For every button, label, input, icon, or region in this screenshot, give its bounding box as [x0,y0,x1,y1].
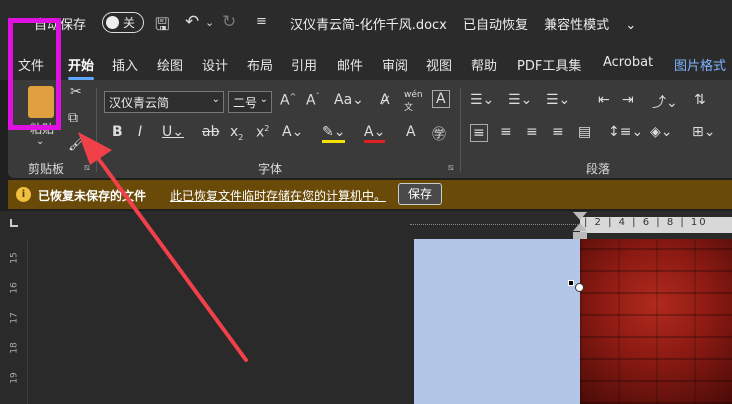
enclose-char-icon[interactable]: ㊫ [432,124,446,144]
italic-icon[interactable]: I [138,124,142,140]
toggle-state: 关 [123,16,136,30]
chinese-layout-icon[interactable]: ⤴⌄ [652,92,678,112]
ruler-number: 17 [9,312,20,324]
doc-name: 汉仪青云简-化作千风.docx [290,18,447,33]
format-painter-icon[interactable]: 🖌 [68,136,86,152]
multilevel-list-icon[interactable]: ☰⌄ [546,92,570,108]
distributed-icon[interactable]: ▤ [578,124,591,140]
resize-handle[interactable] [568,280,574,286]
document-title[interactable]: 汉仪青云简-化作千风.docx 已自动恢复 兼容性模式 ⌄ [290,14,648,33]
toggle-knob [106,16,119,29]
tab-draw[interactable]: 绘图 [157,55,183,74]
info-message: 此已恢复文件临时存储在您的计算机中。 [170,189,387,203]
ruler-number: 16 [9,282,20,294]
numbering-icon[interactable]: ☰⌄ [508,92,532,108]
recovery-info-bar: i 已恢复未保存的文件 此已恢复文件临时存储在您的计算机中。 保存 [8,180,732,209]
tab-selector-icon[interactable] [10,219,18,227]
chevron-down-icon: ⌄ [211,94,220,105]
tab-layout[interactable]: 布局 [247,55,273,74]
tab-home[interactable]: 开始 [68,55,95,80]
divider [96,88,97,172]
ruler-number: 15 [9,252,20,264]
copy-icon[interactable]: ⧉ [68,110,78,126]
chevron-down-icon: ⌄ [625,18,637,33]
undo-icon[interactable]: ↶ [185,12,199,32]
font-size-dropdown[interactable]: 二号 ⌄ [228,91,272,113]
ruler-number: 19 [9,372,20,384]
page-margin-region [414,239,580,404]
sort-icon[interactable]: ⇅ [694,92,706,108]
title-bar: 自动保存 关 🖫 ↶ ⌄ ↻ ≡ 汉仪青云简-化作千风.docx 已自动恢复 兼… [0,0,732,46]
tab-view[interactable]: 视图 [426,55,452,74]
grow-font-icon[interactable]: A^ [280,92,296,109]
borders-icon[interactable]: ⊞⌄ [692,124,715,140]
redo-icon[interactable]: ↻ [222,12,236,32]
customize-qat-icon[interactable]: ≡ [256,14,267,29]
font-name-dropdown[interactable]: 汉仪青云简 ⌄ [104,91,224,113]
dialog-launcher-icon[interactable]: ⧅ [448,163,454,173]
ruler-number: 18 [9,342,20,354]
autosave-toggle[interactable]: 关 [102,12,144,33]
shading-icon[interactable]: ◈⌄ [650,124,673,140]
phonetic-guide-icon[interactable]: wén 文 [404,90,423,113]
group-label-font: 字体 [258,162,283,176]
tab-references[interactable]: 引用 [291,55,317,74]
tab-acrobat[interactable]: Acrobat [603,55,653,70]
char-border-icon[interactable]: A [432,90,450,108]
clear-formatting-icon[interactable]: A̷ [380,92,390,108]
inserted-picture[interactable] [580,239,732,404]
strikethrough-icon[interactable]: ab [202,124,219,140]
tab-insert[interactable]: 插入 [112,55,138,74]
decrease-indent-icon[interactable]: ⇤ [598,92,610,108]
subscript-icon[interactable]: x2 [230,124,243,142]
tab-help[interactable]: 帮助 [471,55,497,74]
tab-picture-format[interactable]: 图片格式 [674,55,726,74]
text-effects-icon[interactable]: A⌄ [282,124,303,140]
ribbon: 粘贴 ⌄ ✂ ⧉ 🖌 剪贴板 ⧅ 汉仪青云简 ⌄ 二号 ⌄ A^ Aˇ Aa⌄ … [8,80,732,178]
bold-icon[interactable]: B [112,124,123,140]
tab-design[interactable]: 设计 [202,55,228,74]
vertical-ruler[interactable]: 15 16 17 18 19 [0,239,28,404]
justify-icon[interactable]: ≡ [552,124,564,140]
info-icon: i [16,187,31,202]
font-size-value: 二号 [233,96,258,110]
superscript-icon[interactable]: x2 [256,124,269,141]
change-case-icon[interactable]: Aa⌄ [334,92,364,108]
info-title: 已恢复未保存的文件 [38,189,147,203]
tab-mailings[interactable]: 邮件 [337,55,363,74]
annotation-highlight-box [8,18,61,130]
shrink-font-icon[interactable]: Aˇ [306,92,320,109]
font-color-icon[interactable]: A⌄ [364,124,386,143]
group-label-paragraph: 段落 [586,162,611,176]
resize-handle[interactable] [575,283,584,292]
save-icon[interactable]: 🖫 [155,12,169,41]
bullets-icon[interactable]: ☰⌄ [470,92,494,108]
ruler-numbers: | 2 | 4 | 6 | 8 | 10 [580,217,732,233]
increase-indent-icon[interactable]: ⇥ [622,92,634,108]
ruler-ticks [410,224,580,228]
char-shading-icon[interactable]: A [406,124,416,140]
tab-review[interactable]: 审阅 [382,55,408,74]
align-left-icon[interactable]: ≡ [470,124,488,142]
align-center-icon[interactable]: ≡ [500,124,512,140]
chevron-down-icon: ⌄ [259,94,268,105]
compat-mode: 兼容性模式 [544,18,610,33]
line-spacing-icon[interactable]: ↕≡⌄ [608,124,643,140]
font-name-value: 汉仪青云简 [109,96,170,110]
ribbon-tabs: 文件 开始 插入 绘图 设计 布局 引用 邮件 审阅 视图 帮助 PDF工具集 … [0,46,732,80]
horizontal-ruler[interactable]: | 2 | 4 | 6 | 8 | 10 [30,211,732,239]
undo-dropdown-icon[interactable]: ⌄ [205,16,214,29]
group-label-clipboard: 剪贴板 [28,162,65,176]
dialog-launcher-icon[interactable]: ⧅ [84,163,90,173]
tab-pdf-tools[interactable]: PDF工具集 [517,55,581,74]
save-state: 已自动恢复 [463,18,529,33]
cut-icon[interactable]: ✂ [70,84,82,100]
save-button[interactable]: 保存 [398,183,442,205]
divider [460,88,461,172]
align-right-icon[interactable]: ≡ [526,124,538,140]
highlight-color-icon[interactable]: ✎⌄ [322,124,346,143]
underline-icon[interactable]: U⌄ [162,124,184,140]
chevron-down-icon[interactable]: ⌄ [36,136,44,147]
indent-marker-icon[interactable] [573,212,587,239]
